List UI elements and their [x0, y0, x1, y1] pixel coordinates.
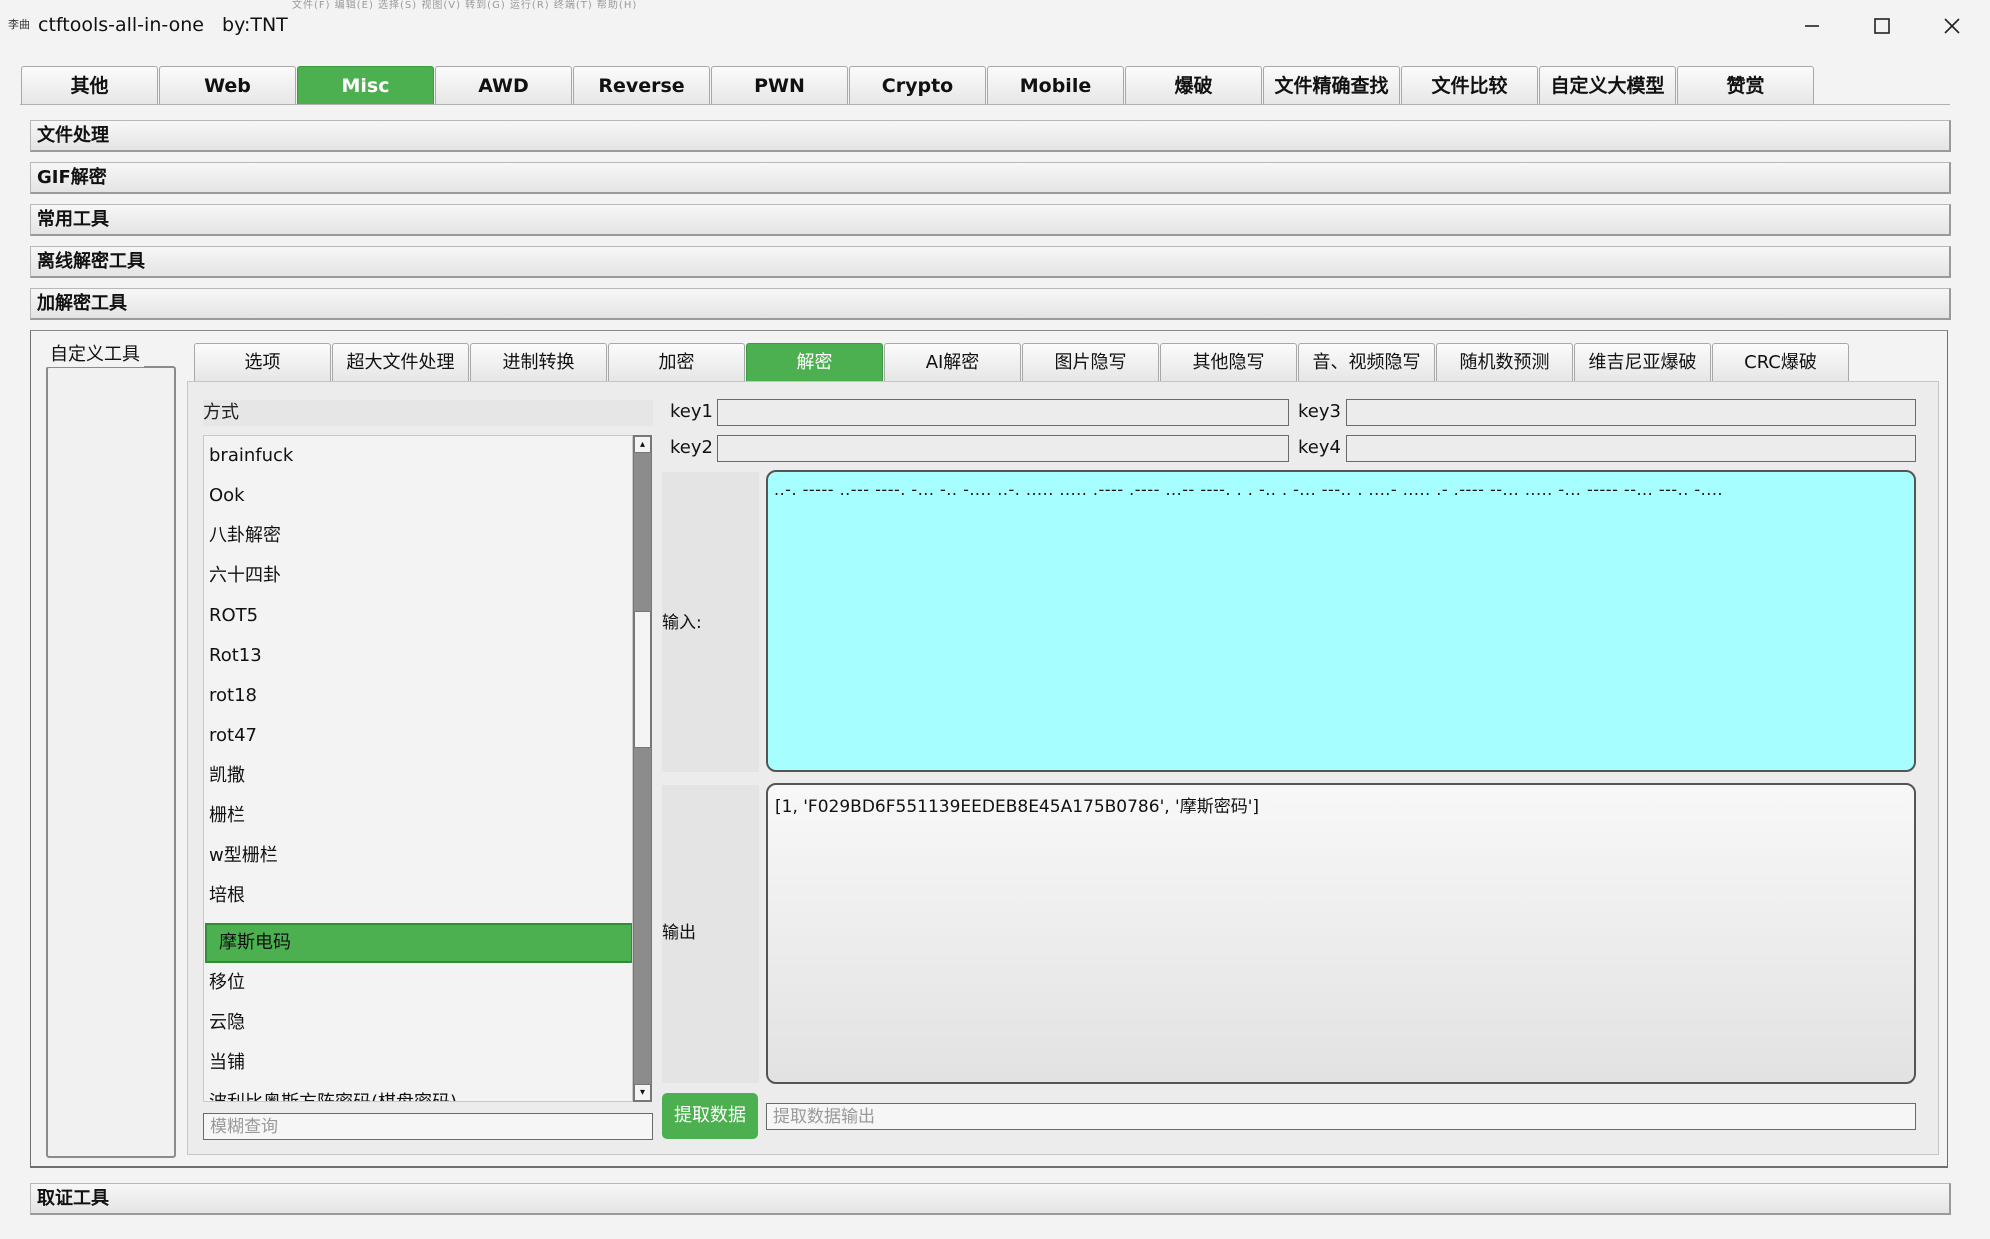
list-item[interactable]: 八卦解密 [204, 516, 632, 556]
tab-web[interactable]: Web [159, 66, 296, 105]
tab-other[interactable]: 其他 [21, 66, 158, 105]
app-icon: 李曲 [8, 18, 30, 31]
tab-decrypt[interactable]: 解密 [746, 343, 883, 381]
tab-crc-brute[interactable]: CRC爆破 [1712, 343, 1849, 381]
tab-base-convert[interactable]: 进制转换 [470, 343, 607, 381]
maximize-button[interactable] [1847, 0, 1917, 52]
tab-image-stego[interactable]: 图片隐写 [1022, 343, 1159, 381]
tab-other-stego[interactable]: 其他隐写 [1160, 343, 1297, 381]
minimize-button[interactable] [1777, 0, 1847, 52]
tab-pwn[interactable]: PWN [711, 66, 848, 105]
scroll-up-button[interactable]: ▴ [634, 436, 651, 453]
minimize-icon [1805, 25, 1819, 27]
fuzzy-search-input[interactable] [203, 1113, 653, 1140]
list-item[interactable]: ROT5 [204, 596, 632, 636]
tab-awd[interactable]: AWD [435, 66, 572, 105]
key4-input[interactable] [1346, 435, 1916, 462]
key1-label: key1 [670, 401, 713, 422]
extract-output-field[interactable] [766, 1103, 1916, 1130]
tab-bruteforce[interactable]: 爆破 [1125, 66, 1262, 105]
maximize-icon [1874, 18, 1890, 34]
tab-crypto[interactable]: Crypto [849, 66, 986, 105]
tab-custom-model[interactable]: 自定义大模型 [1539, 66, 1676, 105]
section-offline-decrypt[interactable]: 离线解密工具 [30, 246, 1951, 278]
tab-av-stego[interactable]: 音、视频隐写 [1298, 343, 1435, 381]
section-gif-decrypt[interactable]: GIF解密 [30, 162, 1951, 194]
tab-file-search[interactable]: 文件精确查找 [1263, 66, 1400, 105]
section-forensics-tools[interactable]: 取证工具 [30, 1183, 1951, 1215]
tab-random-predict[interactable]: 随机数预测 [1436, 343, 1573, 381]
list-item[interactable]: 波利比奥斯方阵密码(棋盘密码) [204, 1083, 632, 1101]
method-scrollbar[interactable]: ▴ ▾ [633, 435, 652, 1102]
key2-label: key2 [670, 437, 713, 458]
window-title: ctftools-all-in-one by:TNT [38, 14, 288, 36]
custom-tools-list[interactable] [46, 366, 176, 1158]
extract-data-button[interactable]: 提取数据 [662, 1093, 758, 1139]
list-item[interactable]: w型栅栏 [204, 836, 632, 876]
close-icon [1944, 18, 1960, 34]
method-header: 方式 [203, 400, 653, 426]
scroll-thumb[interactable] [634, 611, 651, 748]
input-label: 输入: [662, 613, 702, 633]
tab-divider [20, 104, 1950, 105]
key3-input[interactable] [1346, 399, 1916, 426]
scroll-down-button[interactable]: ▾ [634, 1084, 651, 1101]
tab-mobile[interactable]: Mobile [987, 66, 1124, 105]
tab-file-compare[interactable]: 文件比较 [1401, 66, 1538, 105]
ghost-menu-bar: 文件(F) 编辑(E) 选择(S) 视图(V) 转到(G) 运行(R) 终端(T… [292, 0, 638, 11]
tab-misc[interactable]: Misc [297, 66, 434, 105]
key4-label: key4 [1298, 437, 1341, 458]
list-item[interactable]: brainfuck [204, 436, 632, 476]
method-list[interactable]: brainfuck Ook 八卦解密 六十四卦 ROT5 Rot13 rot18… [203, 435, 633, 1102]
custom-tools-label: 自定义工具 [46, 343, 144, 367]
list-item[interactable]: rot47 [204, 716, 632, 756]
key3-label: key3 [1298, 401, 1341, 422]
tab-vigenere-brute[interactable]: 维吉尼亚爆破 [1574, 343, 1711, 381]
key1-input[interactable] [717, 399, 1289, 426]
section-common-tools[interactable]: 常用工具 [30, 204, 1951, 236]
close-button[interactable] [1917, 0, 1987, 52]
list-item[interactable]: 六十四卦 [204, 556, 632, 596]
key2-input[interactable] [717, 435, 1289, 462]
section-crypto-tools[interactable]: 加解密工具 [30, 288, 1951, 320]
list-item[interactable]: Rot13 [204, 636, 632, 676]
list-item[interactable]: 培根 [204, 876, 632, 916]
tab-donate[interactable]: 赞赏 [1677, 66, 1814, 105]
list-item-selected[interactable]: 摩斯电码 [205, 923, 632, 963]
tab-reverse[interactable]: Reverse [573, 66, 710, 105]
output-textarea[interactable]: [1, 'F029BD6F551139EEDEB8E45A175B0786', … [766, 783, 1916, 1084]
list-item[interactable]: 当铺 [204, 1043, 632, 1083]
list-item[interactable]: 移位 [204, 963, 632, 1003]
list-item[interactable]: Ook [204, 476, 632, 516]
list-item[interactable]: rot18 [204, 676, 632, 716]
list-item[interactable]: 凯撒 [204, 756, 632, 796]
tab-ai-decrypt[interactable]: AI解密 [884, 343, 1021, 381]
tab-encrypt[interactable]: 加密 [608, 343, 745, 381]
tab-large-file[interactable]: 超大文件处理 [332, 343, 469, 381]
output-label: 输出 [662, 923, 696, 943]
list-item[interactable]: 栅栏 [204, 796, 632, 836]
tab-options[interactable]: 选项 [194, 343, 331, 381]
section-file-processing[interactable]: 文件处理 [30, 120, 1951, 152]
list-item[interactable]: 云隐 [204, 1003, 632, 1043]
input-textarea[interactable]: ..-. ----- ..--- ----. -... -.. -.... ..… [766, 470, 1916, 772]
